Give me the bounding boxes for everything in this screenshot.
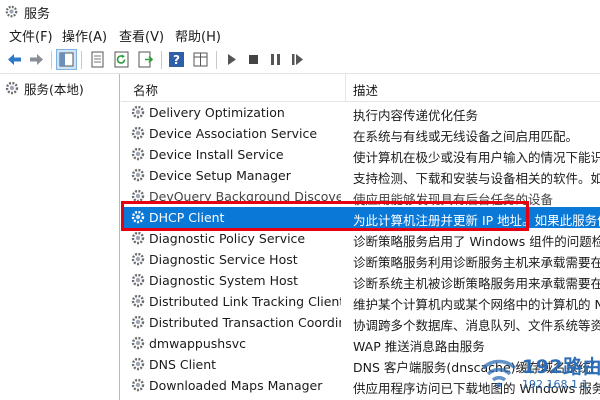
service-gear-icon [131,147,145,161]
table-row[interactable]: Device Setup Manager 支持检测、下载和安装与设备相关的软件。如… [121,165,600,186]
service-description: 诊断策略服务利用诊断服务主机来承载需要在本 [353,255,600,270]
column-header: ^ 名称 描述 [121,74,600,102]
back-arrow-icon[interactable] [5,50,24,69]
service-gear-icon [131,315,145,329]
service-description: 诊断系统主机被诊断策略服务用来承载需要在本 [353,276,600,291]
console-tree-icon[interactable] [56,49,77,70]
table-row[interactable]: Diagnostic System Host 诊断系统主机被诊断策略服务用来承载需… [121,270,600,291]
sort-ascending-icon: ^ [229,74,237,81]
refresh-icon[interactable] [112,50,131,69]
service-name: Diagnostic Service Host [149,252,298,267]
service-description: 支持检测、下载和安装与设备相关的软件。如果 [353,171,600,186]
play-icon[interactable] [222,50,241,69]
service-gear-icon [131,231,145,245]
title-bar: 服务 [0,0,600,22]
watermark-logo: 192路由网 192.168.1.1 [470,350,600,396]
service-name: dmwappushsvc [149,336,247,351]
service-gear-icon [131,252,145,266]
service-description: 执行内容传递优化任务 [353,108,479,123]
toolbar: ? [0,46,600,74]
service-gear-icon [131,273,145,287]
service-name: Delivery Optimization [149,105,285,120]
table-row[interactable]: Delivery Optimization 执行内容传递优化任务 [121,102,600,123]
services-gear-icon [5,5,18,18]
service-description: 使计算机在极少或没有用户输入的情况下能识别 [353,150,600,165]
table-row[interactable]: Device Install Service 使计算机在极少或没有用户输入的情况下… [121,144,600,165]
toolbar-separator [216,51,217,69]
service-name: Downloaded Maps Manager [149,378,323,393]
highlight-annotation-box [121,201,529,231]
help-icon[interactable]: ? [167,50,186,69]
menu-help[interactable]: 帮助(H) [175,26,221,45]
pause-icon[interactable] [266,50,285,69]
table-row[interactable]: Diagnostic Policy Service 诊断策略服务启用了 Windo… [121,228,600,249]
table-row[interactable]: Device Association Service 在系统与有线或无线设备之间启… [121,123,600,144]
service-gear-icon [131,378,145,392]
service-description: WAP 推送消息路由服务 [353,339,485,354]
service-name: Device Setup Manager [149,168,291,183]
column-header-name[interactable]: 名称 [133,80,158,99]
console-tree-pane: 服务(本地) [0,74,120,400]
services-gear-icon [5,81,19,95]
stop-icon[interactable] [244,50,263,69]
restart-icon[interactable] [288,50,307,69]
service-description: 在系统与有线或无线设备之间启用匹配。 [353,129,579,144]
service-gear-icon [131,126,145,140]
service-name: Device Association Service [149,126,318,141]
service-gear-icon [131,168,145,182]
wifi-icon [481,359,517,388]
column-header-description[interactable]: 描述 [353,80,378,99]
watermark-brand: 192路由网 [522,356,600,378]
toolbar-separator [51,51,52,69]
service-name: Distributed Transaction Coordin... [149,315,341,330]
toolbar-separator [81,51,82,69]
service-gear-icon [131,336,145,350]
menu-view[interactable]: 查看(V) [119,26,164,45]
service-name: Device Install Service [149,147,284,162]
service-gear-icon [131,105,145,119]
menu-bar: 文件(F) 操作(A) 查看(V) 帮助(H) [0,24,600,45]
service-name: Diagnostic System Host [149,273,299,288]
svg-text:?: ? [173,53,180,67]
toolbar-separator [161,51,162,69]
view-icon[interactable] [191,50,210,69]
properties-icon[interactable] [88,50,107,69]
window-title: 服务 [24,7,51,22]
tree-item-label: 服务(本地) [24,81,84,97]
forward-arrow-icon[interactable] [27,50,46,69]
service-name: Diagnostic Policy Service [149,231,306,246]
service-description: 诊断策略服务启用了 Windows 组件的问题检 [353,234,600,249]
column-divider[interactable] [345,74,346,101]
export-icon[interactable] [136,50,155,69]
service-name: Distributed Link Tracking Client [149,294,341,309]
tree-item-services-local[interactable]: 服务(本地) [4,79,84,97]
service-description: 协调跨多个数据库、消息队列、文件系统等资源 [353,318,600,333]
table-row[interactable]: Distributed Link Tracking Client 维护某个计算机内… [121,291,600,312]
table-row[interactable]: Diagnostic Service Host 诊断策略服务利用诊断服务主机来承载… [121,249,600,270]
service-gear-icon [131,294,145,308]
menu-file[interactable]: 文件(F) [9,26,53,45]
service-gear-icon [131,357,145,371]
service-description: 维护某个计算机内或某个网络中的计算机的 NT [353,297,600,312]
service-name: DNS Client [149,357,217,372]
menu-action[interactable]: 操作(A) [62,26,107,45]
table-row[interactable]: Distributed Transaction Coordin... 协调跨多个数… [121,312,600,333]
watermark-site: 192.168.1.1 [522,378,589,391]
